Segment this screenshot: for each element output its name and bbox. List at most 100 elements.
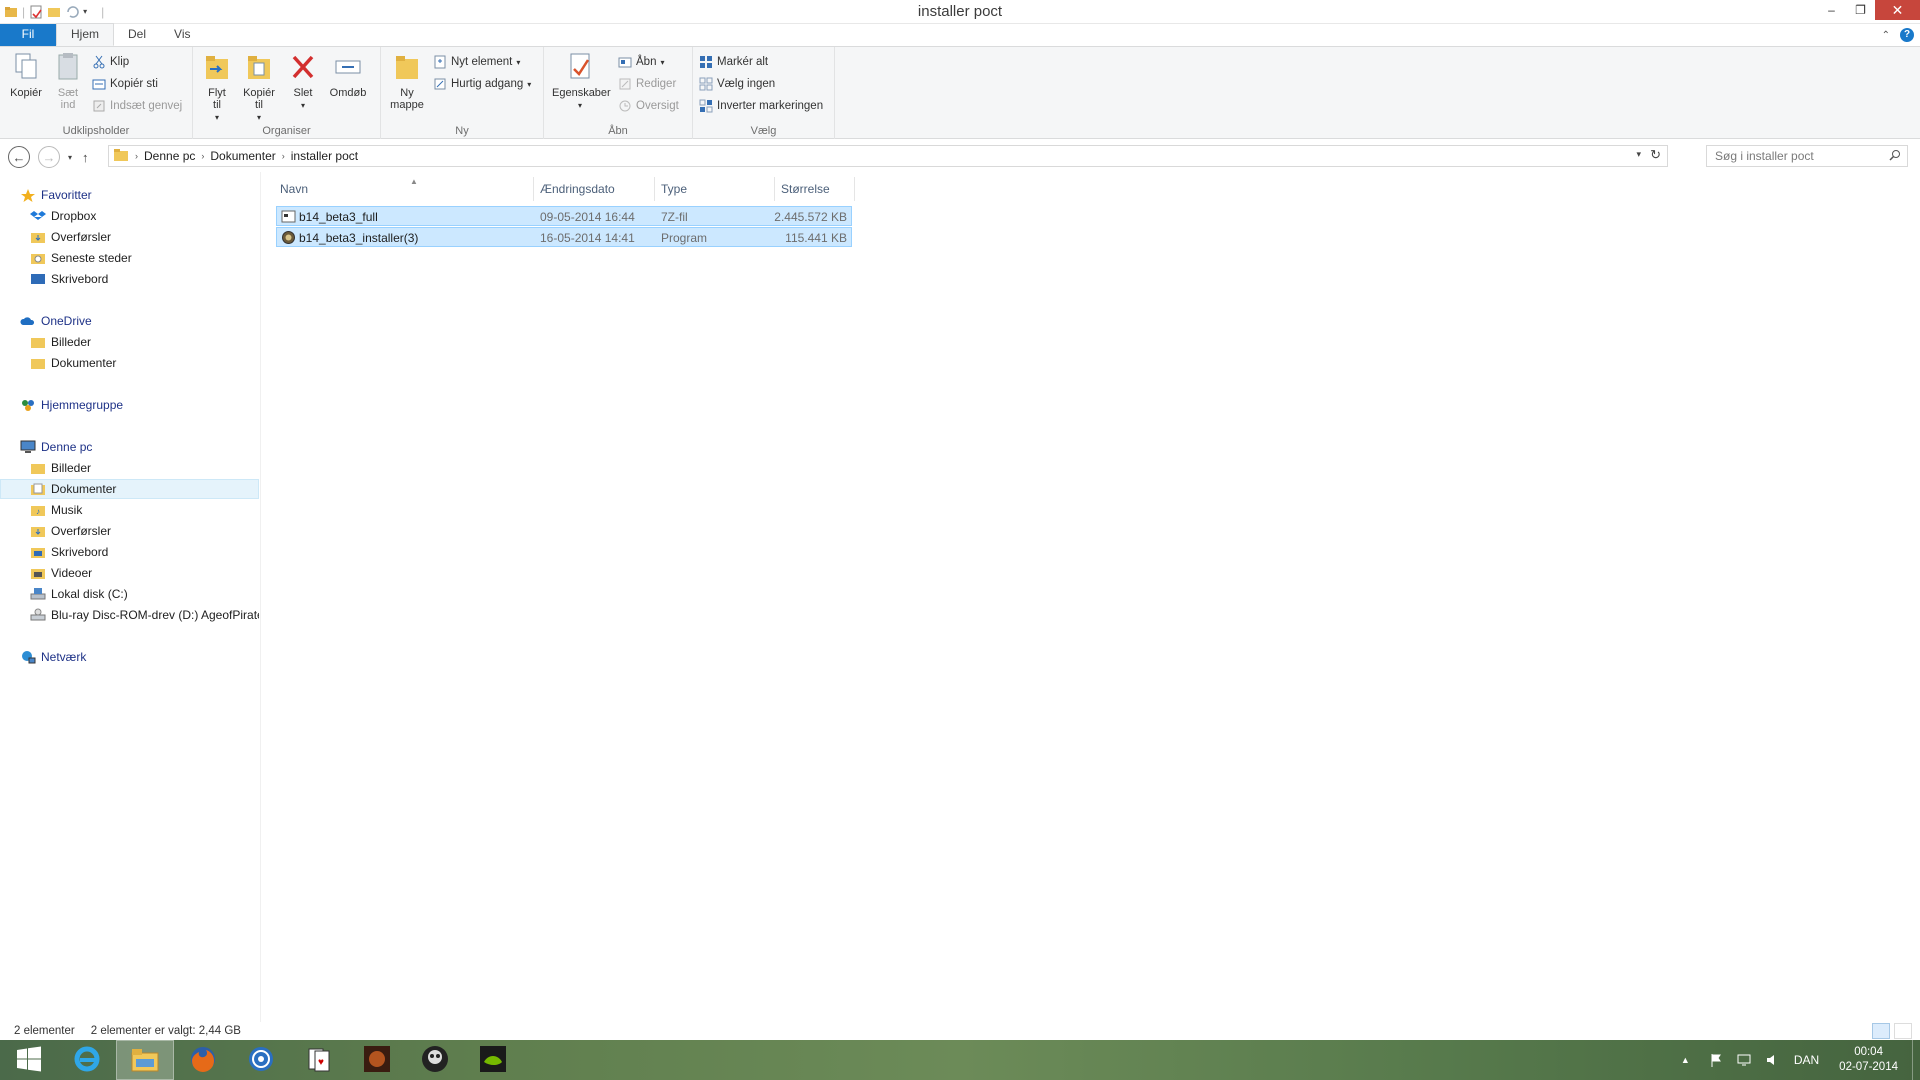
taskbar-app-circle[interactable]	[232, 1040, 290, 1080]
tab-share[interactable]: Del	[114, 24, 160, 46]
organize-group: Flyt til ▾ Kopiér til ▾ Slet ▾ Omdøb Organi…	[193, 47, 381, 139]
properties-icon[interactable]	[29, 5, 43, 19]
taskbar-nvidia[interactable]	[464, 1040, 522, 1080]
clock[interactable]: 00:04 02-07-2014	[1839, 1045, 1898, 1075]
nav-recent-places[interactable]: Seneste steder	[0, 248, 259, 268]
show-hidden-icons[interactable]: ▲	[1681, 1053, 1695, 1067]
skull-icon	[420, 1044, 450, 1077]
details-view-button[interactable]	[1872, 1023, 1890, 1039]
nav-pc-music[interactable]: ♪ Musik	[0, 500, 259, 520]
open-button[interactable]: Åbn ▾	[618, 53, 664, 71]
nav-homegroup[interactable]: Hjemmegruppe	[0, 395, 259, 415]
file-row[interactable]: b14_beta3_installer(3) 16-05-2014 14:41 …	[276, 227, 852, 247]
nav-pc-desktop[interactable]: Skrivebord	[0, 542, 259, 562]
nav-onedrive[interactable]: OneDrive	[0, 311, 259, 331]
address-bar[interactable]: › Denne pc › Dokumenter › installer poct…	[108, 145, 1668, 167]
language-indicator[interactable]: DAN	[1794, 1053, 1819, 1067]
easy-access-button[interactable]: Hurtig adgang ▾	[433, 75, 531, 93]
undo-icon[interactable]	[65, 5, 79, 19]
breadcrumb-separator[interactable]: ›	[282, 151, 285, 161]
chevron-down-icon[interactable]: ▾	[83, 5, 97, 19]
network-icon	[20, 650, 36, 664]
recent-places-icon	[30, 251, 46, 265]
copy-path-button[interactable]: Kopiér sti	[92, 75, 158, 93]
search-icon[interactable]	[1889, 149, 1901, 164]
paste-button[interactable]: Sæt ind	[48, 51, 88, 111]
nav-downloads[interactable]: Overførsler	[0, 227, 259, 247]
taskbar-firefox[interactable]	[174, 1040, 232, 1080]
new-item-button[interactable]: Nyt element ▾	[433, 53, 520, 71]
refresh-icon[interactable]: ↻	[1650, 147, 1661, 163]
nav-pc-videos[interactable]: Videoer	[0, 563, 259, 583]
search-input[interactable]: Søg i installer poct	[1706, 145, 1908, 167]
system-tray: ▲ DAN 00:04 02-07-2014	[1674, 1040, 1920, 1080]
title-bar: | ▾ | installer poct – ❐ ✕	[0, 0, 1920, 24]
nav-desktop[interactable]: Skrivebord	[0, 269, 259, 289]
select-none-button[interactable]: Vælg ingen	[699, 75, 775, 93]
help-icon[interactable]: ?	[1900, 28, 1914, 42]
tab-file[interactable]: Fil	[0, 24, 56, 46]
cut-button[interactable]: Klip	[92, 53, 129, 71]
file-row[interactable]: b14_beta3_full 09-05-2014 16:44 7Z-fil 2…	[276, 206, 852, 226]
nav-bluray-drive-d[interactable]: Blu-ray Disc-ROM-drev (D:) AgeofPirate	[0, 605, 259, 625]
show-desktop-button[interactable]	[1912, 1040, 1920, 1080]
select-all-button[interactable]: Markér alt	[699, 53, 768, 71]
rename-button[interactable]: Omdøb	[325, 51, 371, 99]
back-button[interactable]: ←	[8, 146, 30, 168]
copy-to-button[interactable]: Kopiér til ▾	[239, 51, 279, 124]
column-header-type[interactable]: Type	[655, 177, 775, 201]
nav-favorites[interactable]: Favoritter	[0, 185, 259, 205]
close-button[interactable]: ✕	[1875, 0, 1920, 20]
invert-selection-button[interactable]: Inverter markeringen	[699, 97, 823, 115]
nav-onedrive-documents[interactable]: Dokumenter	[0, 353, 259, 373]
forward-button[interactable]: →	[38, 146, 60, 168]
edit-button[interactable]: Rediger	[618, 75, 676, 93]
column-header-size[interactable]: Størrelse	[775, 177, 855, 201]
volume-icon[interactable]	[1765, 1053, 1779, 1067]
delete-button[interactable]: Slet ▾	[285, 51, 321, 112]
file-date: 16-05-2014 14:41	[540, 231, 635, 245]
nav-onedrive-pictures[interactable]: Billeder	[0, 332, 259, 352]
nav-this-pc[interactable]: Denne pc	[0, 437, 259, 457]
column-header-date[interactable]: Ændringsdato	[534, 177, 655, 201]
breadcrumb-separator[interactable]: ›	[201, 151, 204, 161]
new-folder-button[interactable]: Ny mappe	[387, 51, 427, 111]
tab-view[interactable]: Vis	[160, 24, 204, 46]
history-button[interactable]: Oversigt	[618, 97, 679, 115]
taskbar-skull-app[interactable]	[406, 1040, 464, 1080]
nav-dropbox[interactable]: Dropbox	[0, 206, 259, 226]
new-folder-icon[interactable]	[47, 5, 61, 19]
breadcrumb-documents[interactable]: Dokumenter	[210, 149, 275, 163]
breadcrumb-this-pc[interactable]: Denne pc	[144, 149, 195, 163]
properties-button[interactable]: Egenskaber ▾	[552, 51, 611, 112]
address-dropdown-icon[interactable]: ▾	[1636, 149, 1641, 160]
copy-button[interactable]: Kopiér	[6, 51, 46, 99]
taskbar-file-explorer[interactable]	[116, 1040, 174, 1080]
large-icons-view-button[interactable]	[1894, 1023, 1912, 1039]
recent-locations-icon[interactable]: ▾	[68, 153, 72, 162]
tab-home[interactable]: Hjem	[56, 23, 115, 46]
open-icon	[618, 55, 632, 69]
breadcrumb-current-folder[interactable]: installer poct	[291, 149, 358, 163]
column-header-name[interactable]: Navn ▲	[274, 177, 534, 201]
minimize-button[interactable]: –	[1817, 0, 1846, 20]
up-button[interactable]: ↑	[82, 150, 89, 165]
maximize-button[interactable]: ❐	[1846, 0, 1875, 20]
collapse-ribbon-icon[interactable]: ⌃	[1882, 30, 1890, 41]
nav-network[interactable]: Netværk	[0, 647, 259, 667]
taskbar-internet-explorer[interactable]	[58, 1040, 116, 1080]
clipboard-group-label: Udklipsholder	[62, 125, 130, 137]
start-button[interactable]	[0, 1040, 58, 1080]
nav-pc-pictures[interactable]: Billeder	[0, 458, 259, 478]
move-to-button[interactable]: Flyt til ▾	[197, 51, 237, 124]
taskbar-game-pirates[interactable]	[348, 1040, 406, 1080]
nav-pc-downloads[interactable]: Overførsler	[0, 521, 259, 541]
paste-shortcut-button[interactable]: Indsæt genvej	[92, 97, 182, 115]
nav-pc-documents[interactable]: Dokumenter	[0, 479, 259, 499]
nav-local-disk-c[interactable]: Lokal disk (C:)	[0, 584, 259, 604]
breadcrumb-separator[interactable]: ›	[135, 151, 138, 161]
nvidia-icon	[478, 1044, 508, 1077]
taskbar-solitaire[interactable]: ♥	[290, 1040, 348, 1080]
flag-icon[interactable]	[1709, 1053, 1723, 1067]
network-status-icon[interactable]	[1737, 1053, 1751, 1067]
